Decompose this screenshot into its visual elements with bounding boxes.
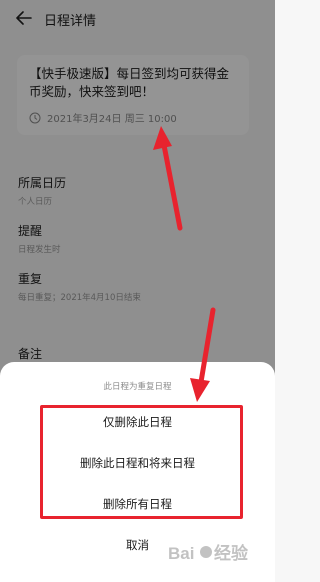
annotation-highlight-box [40, 405, 243, 519]
sheet-hint: 此日程为重复日程 [103, 382, 172, 392]
baidu-watermark-logo: Bai 经验 [168, 543, 249, 563]
svg-text:经验: 经验 [214, 543, 249, 563]
svg-text:Bai: Bai [168, 544, 194, 563]
